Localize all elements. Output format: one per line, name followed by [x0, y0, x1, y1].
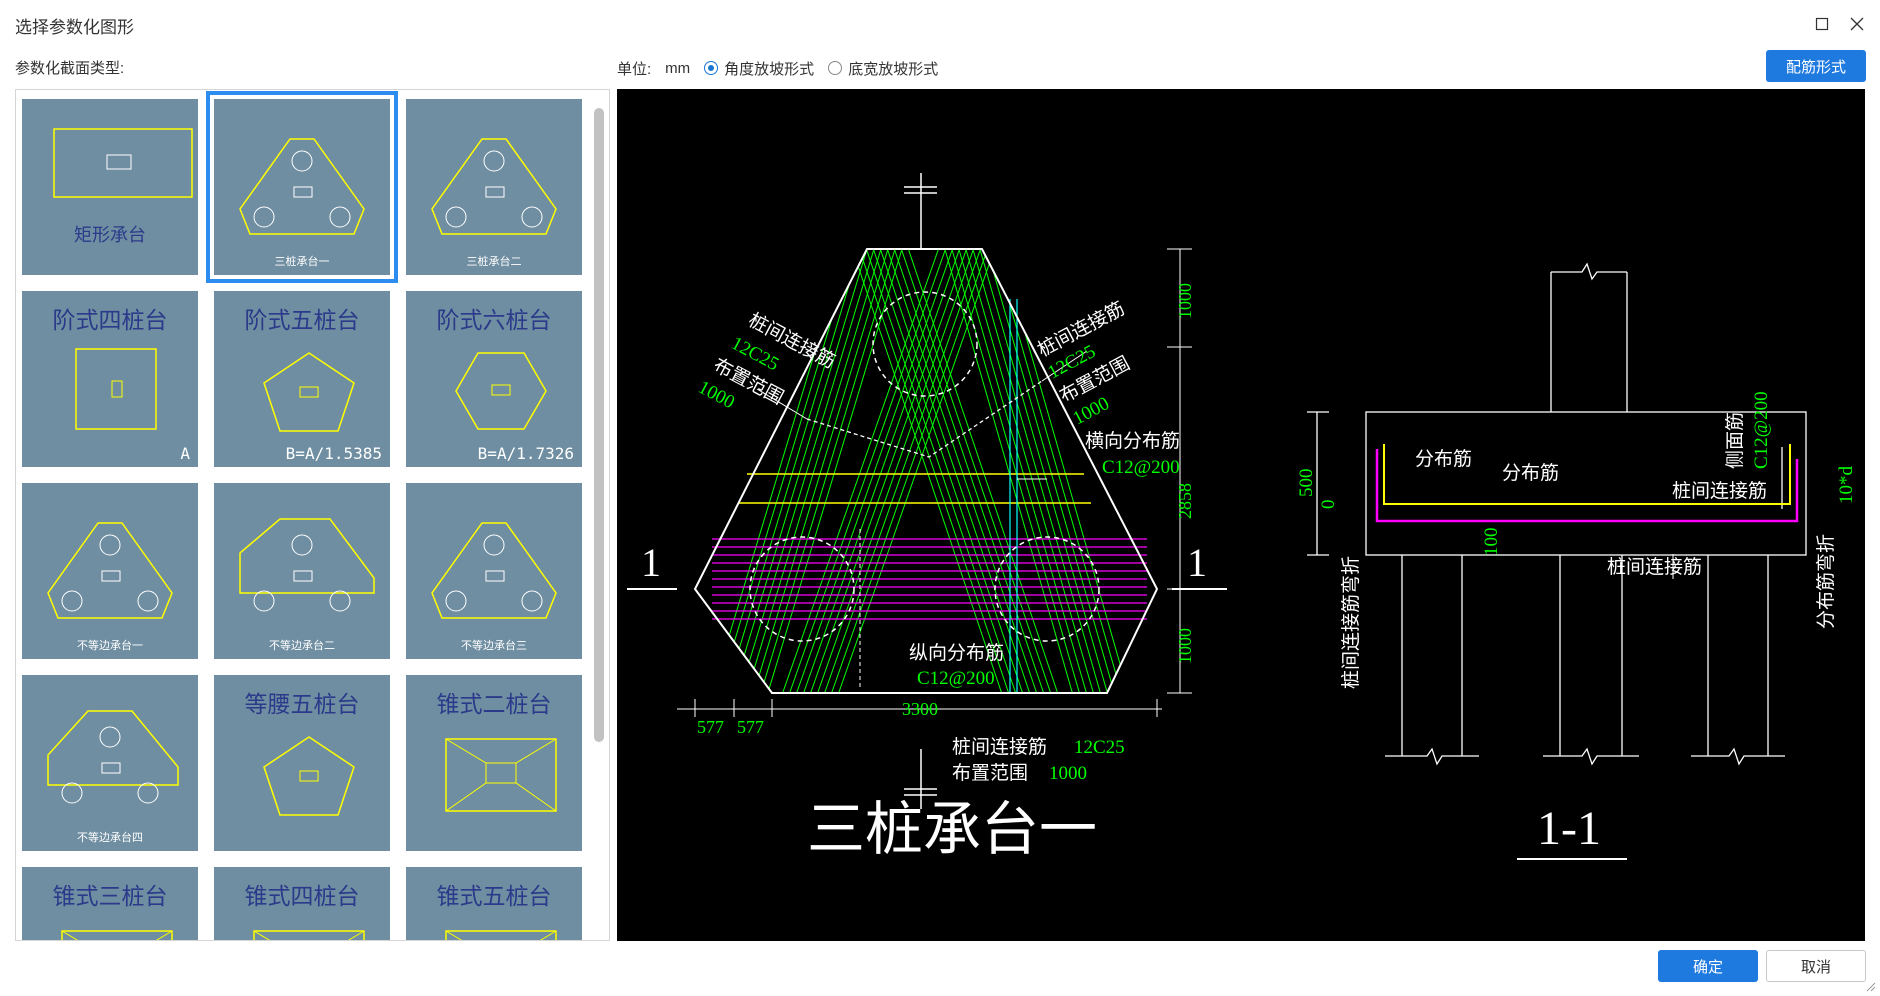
unit-label: 单位: [617, 60, 652, 78]
sec-side-val: C12@200 [1751, 391, 1772, 469]
radio-checked-icon [704, 61, 719, 75]
shape-thumb-drawing [47, 710, 179, 804]
shape-thumb-label: 阶式五桩台 [244, 308, 360, 333]
shape-thumb-label: 三桩承台一 [274, 256, 330, 268]
maximize-icon [1815, 17, 1829, 31]
shape-thumb[interactable]: 阶式六桩台 B=A/1.7326 [406, 291, 582, 467]
shape-thumb-label: 三桩承台二 [466, 256, 522, 268]
section-types-label: 参数化截面类型: [15, 60, 125, 77]
unit-value: mm [665, 59, 691, 77]
shape-thumb-label: 锥式五桩台 [436, 884, 552, 909]
shape-thumb-note: B=A/1.5385 [285, 444, 382, 463]
shape-thumb[interactable]: 阶式四桩台 A [22, 291, 198, 467]
section-mark-left: 1 [641, 540, 661, 585]
shape-thumb[interactable]: 锥式五桩台 [406, 867, 582, 940]
shape-thumb[interactable]: 锥式三桩台 [22, 867, 198, 940]
shape-thumb-label: 锥式四桩台 [244, 884, 360, 909]
sec-dist-label-2: 分布筋 [1502, 462, 1559, 484]
shape-thumb[interactable]: 三桩承台二 [406, 99, 582, 275]
shape-thumb[interactable]: 阶式五桩台 B=A/1.5385 [214, 291, 390, 467]
label-trans: 横向分布筋 [1085, 430, 1180, 452]
maximize-button[interactable] [1810, 12, 1834, 36]
shape-thumb-label: 不等边承台一 [77, 640, 143, 652]
cad-drawing: 1 1 1000 2858 1000 577 577 3300 桩间连接筋 12… [627, 173, 1857, 862]
cancel-button[interactable]: 取消 [1766, 950, 1866, 982]
resize-grip-icon[interactable] [1864, 980, 1876, 992]
shape-thumb-drawing [431, 138, 557, 235]
shape-thumb[interactable]: 三桩承台一 [206, 91, 398, 283]
radio-angle-label: 角度放坡形式 [724, 60, 815, 78]
close-button[interactable] [1845, 12, 1869, 36]
sec-conn-label-2: 桩间连接筋 [1607, 556, 1702, 578]
plan-title: 三桩承台一 [807, 797, 1097, 862]
shape-thumb[interactable]: 不等边承台一 [22, 483, 198, 659]
shape-thumb-label: 不等边承台四 [77, 832, 143, 844]
shape-gallery: 矩形承台三桩承台一 三桩承台二阶式四桩台 A 阶式五桩台 B=A/1.5385 阶式六桩台… [15, 89, 610, 941]
label-bot-conn-val: 12C25 [1074, 737, 1125, 758]
shape-thumb-drawing [239, 138, 365, 235]
shape-thumb-drawing [239, 518, 375, 612]
sec-dim-500: 500 [1296, 469, 1317, 498]
shape-thumb[interactable]: 不等边承台四 [22, 675, 198, 851]
dim-3300: 3300 [902, 699, 938, 719]
shape-thumb[interactable]: 矩形承台 [22, 99, 198, 275]
radio-angle-slope[interactable]: 角度放坡形式 [704, 58, 814, 79]
sec-dim-100: 100 [1481, 528, 1502, 557]
sec-dim-10d: 10*d [1836, 466, 1857, 505]
shape-thumb[interactable]: 锥式四桩台 [214, 867, 390, 940]
sec-side-label: 侧面筋 [1724, 412, 1746, 469]
sec-dim-0: 0 [1318, 500, 1339, 510]
rebar-form-button[interactable]: 配筋形式 [1766, 50, 1866, 82]
shape-thumb[interactable]: 锥式二桩台 [406, 675, 582, 851]
label-long-val: C12@200 [917, 668, 995, 689]
shape-thumb-label: 阶式四桩台 [52, 308, 168, 333]
label-long: 纵向分布筋 [909, 642, 1004, 664]
shape-thumb-label: 等腰五桩台 [244, 692, 360, 717]
shape-thumb-label: 不等边承台二 [269, 640, 335, 652]
shape-thumb[interactable]: 不等边承台三 [406, 483, 582, 659]
close-icon [1850, 17, 1864, 31]
label-bot-conn: 桩间连接筋 [952, 736, 1047, 758]
shape-thumb-label: 不等边承台三 [461, 640, 527, 652]
section-mark-right: 1 [1187, 540, 1207, 585]
dim-577-b: 577 [737, 717, 764, 737]
shape-thumb[interactable]: 等腰五桩台 [214, 675, 390, 851]
dim-577-a: 577 [697, 717, 724, 737]
shape-thumb-label: 锥式二桩台 [436, 692, 552, 717]
label-trans-val: C12@200 [1102, 457, 1180, 478]
shape-thumb-drawing [53, 128, 193, 198]
dim-2858: 2858 [1175, 483, 1195, 519]
unit-row: 单位: mm 角度放坡形式 底宽放坡形式 [617, 55, 938, 81]
section-title: 1-1 [1537, 802, 1601, 855]
dim-1000-top: 1000 [1175, 283, 1195, 319]
preview-canvas: 1 1 1000 2858 1000 577 577 3300 桩间连接筋 12… [617, 89, 1865, 941]
title-bar: 选择参数化图形 [0, 0, 1880, 48]
shape-thumb-drawing [431, 522, 557, 619]
sec-dist-label-1: 分布筋 [1415, 448, 1472, 470]
radio-unchecked-icon [828, 61, 843, 75]
radio-width-label: 底宽放坡形式 [848, 60, 939, 78]
shape-thumb-label: 阶式六桩台 [436, 308, 552, 333]
radio-width-slope[interactable]: 底宽放坡形式 [828, 58, 938, 79]
sec-bend-right: 分布筋弯折 [1815, 534, 1837, 629]
label-bot-range: 布置范围 [952, 762, 1028, 784]
window-title: 选择参数化图形 [15, 18, 134, 37]
shape-thumb-drawing [47, 522, 173, 619]
shape-thumb-note: B=A/1.7326 [477, 444, 574, 463]
sec-conn-label: 桩间连接筋 [1672, 480, 1767, 502]
sec-bend-left: 桩间连接筋弯折 [1340, 556, 1362, 689]
ok-button[interactable]: 确定 [1658, 950, 1758, 982]
shape-thumb-label: 锥式三桩台 [52, 884, 168, 909]
gallery-scrollbar[interactable] [594, 108, 604, 742]
label-bot-range-val: 1000 [1049, 763, 1087, 784]
shape-thumb-label: 矩形承台 [74, 225, 146, 245]
shape-thumb-note: A [180, 444, 190, 463]
dim-1000-bottom: 1000 [1175, 628, 1195, 664]
shape-thumb[interactable]: 不等边承台二 [214, 483, 390, 659]
